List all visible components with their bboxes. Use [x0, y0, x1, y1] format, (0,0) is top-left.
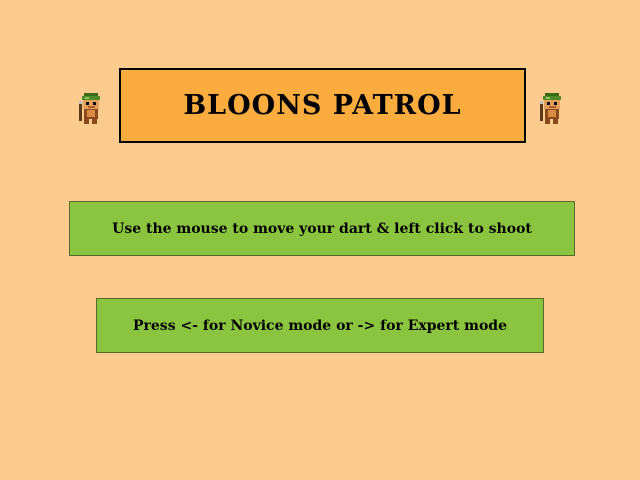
- mode-select-instruction-box: Press <- for Novice mode or -> for Exper…: [96, 298, 544, 353]
- game-title: BLOONS PATROL: [183, 90, 462, 121]
- dart-monkey-icon: [79, 93, 100, 124]
- title-banner: BLOONS PATROL: [119, 68, 526, 143]
- controls-instruction-box: Use the mouse to move your dart & left c…: [69, 201, 575, 256]
- mode-select-instruction-text: Press <- for Novice mode or -> for Exper…: [133, 317, 507, 334]
- game-screen: BLOONS PATROL Use the mouse to move your…: [0, 0, 640, 480]
- controls-instruction-text: Use the mouse to move your dart & left c…: [112, 220, 532, 237]
- dart-monkey-icon: [540, 93, 561, 124]
